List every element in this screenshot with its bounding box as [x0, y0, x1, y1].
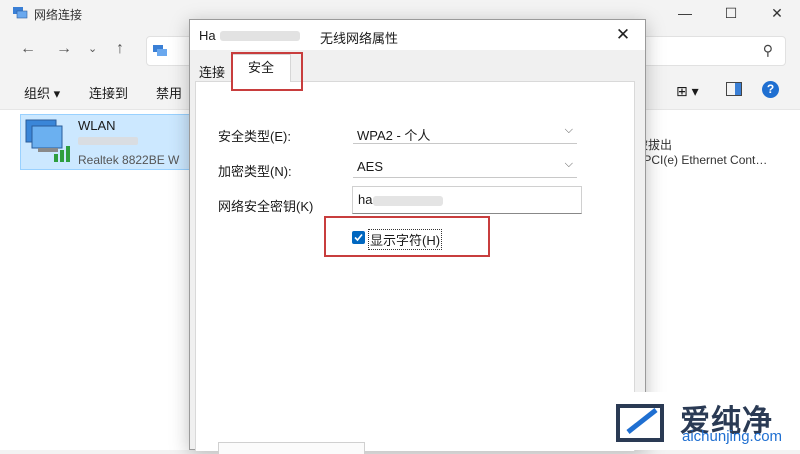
ssid-redacted: [220, 31, 300, 41]
minimize-icon[interactable]: —: [662, 0, 708, 28]
dialog-close-icon[interactable]: ✕: [608, 22, 638, 48]
dialog-title: 无线网络属性: [320, 31, 399, 46]
security-type-label: 安全类型(E):: [218, 129, 291, 144]
network-folder-icon: [153, 45, 167, 56]
chevron-down-icon[interactable]: ⌄: [88, 42, 97, 55]
chevron-down-icon: ⌵: [564, 124, 573, 136]
dialog-title-ssid: Ha: [199, 28, 216, 43]
network-key-label: 网络安全密钥(K): [218, 199, 314, 214]
preview-pane-icon[interactable]: [726, 82, 742, 99]
search-icon[interactable]: ⚲: [763, 42, 773, 59]
watermark-url: aichunjing.com: [682, 428, 783, 445]
network-key-value: ha: [358, 192, 373, 207]
view-options-icon[interactable]: ⊞ ▾: [676, 83, 699, 100]
disable-button[interactable]: 禁用: [156, 83, 182, 102]
wlan-name: WLAN: [78, 118, 116, 133]
wireless-adapter-icon: [25, 119, 70, 162]
organize-menu[interactable]: 组织 ▾: [24, 83, 60, 102]
wlan-adapter-name: Realtek 8822BE W: [78, 153, 180, 167]
back-arrow-icon[interactable]: ←: [20, 40, 36, 58]
watermark-logo-icon: [616, 404, 664, 442]
key-redacted: [373, 196, 443, 206]
network-connections-icon: [13, 7, 28, 19]
security-type-value: WPA2 - 个人: [357, 128, 431, 143]
help-icon[interactable]: ?: [762, 81, 779, 98]
dialog-title-bar: Ha 无线网络属性: [190, 20, 645, 50]
advanced-settings-button[interactable]: [218, 442, 365, 454]
encryption-type-select[interactable]: AES ⌵: [353, 156, 577, 178]
encryption-type-value: AES: [357, 159, 384, 174]
network-key-input[interactable]: ha: [352, 186, 582, 214]
window-controls: — ☐ ✕: [662, 0, 800, 28]
security-tab-panel: 安全类型(E): WPA2 - 个人 ⌵ 加密类型(N): AES ⌵ 网络安全…: [195, 81, 635, 451]
maximize-icon[interactable]: ☐: [708, 0, 754, 28]
ethernet-adapter-name: ) PCI(e) Ethernet Cont…: [636, 153, 768, 167]
explorer-title: 网络连接: [34, 8, 83, 22]
chevron-down-icon: ⌵: [564, 158, 573, 170]
tab-connection[interactable]: 连接: [199, 62, 225, 81]
close-window-icon[interactable]: ✕: [754, 0, 800, 28]
forward-arrow-icon[interactable]: →: [56, 40, 72, 58]
show-characters-highlight: [324, 216, 490, 257]
encryption-type-label: 加密类型(N):: [218, 164, 292, 179]
wlan-network-name-redacted: [78, 137, 138, 145]
security-tab-highlight: [231, 52, 303, 91]
security-type-select[interactable]: WPA2 - 个人 ⌵: [353, 122, 577, 144]
connect-to-button[interactable]: 连接到: [89, 83, 128, 102]
up-arrow-icon[interactable]: ↑: [116, 40, 124, 58]
